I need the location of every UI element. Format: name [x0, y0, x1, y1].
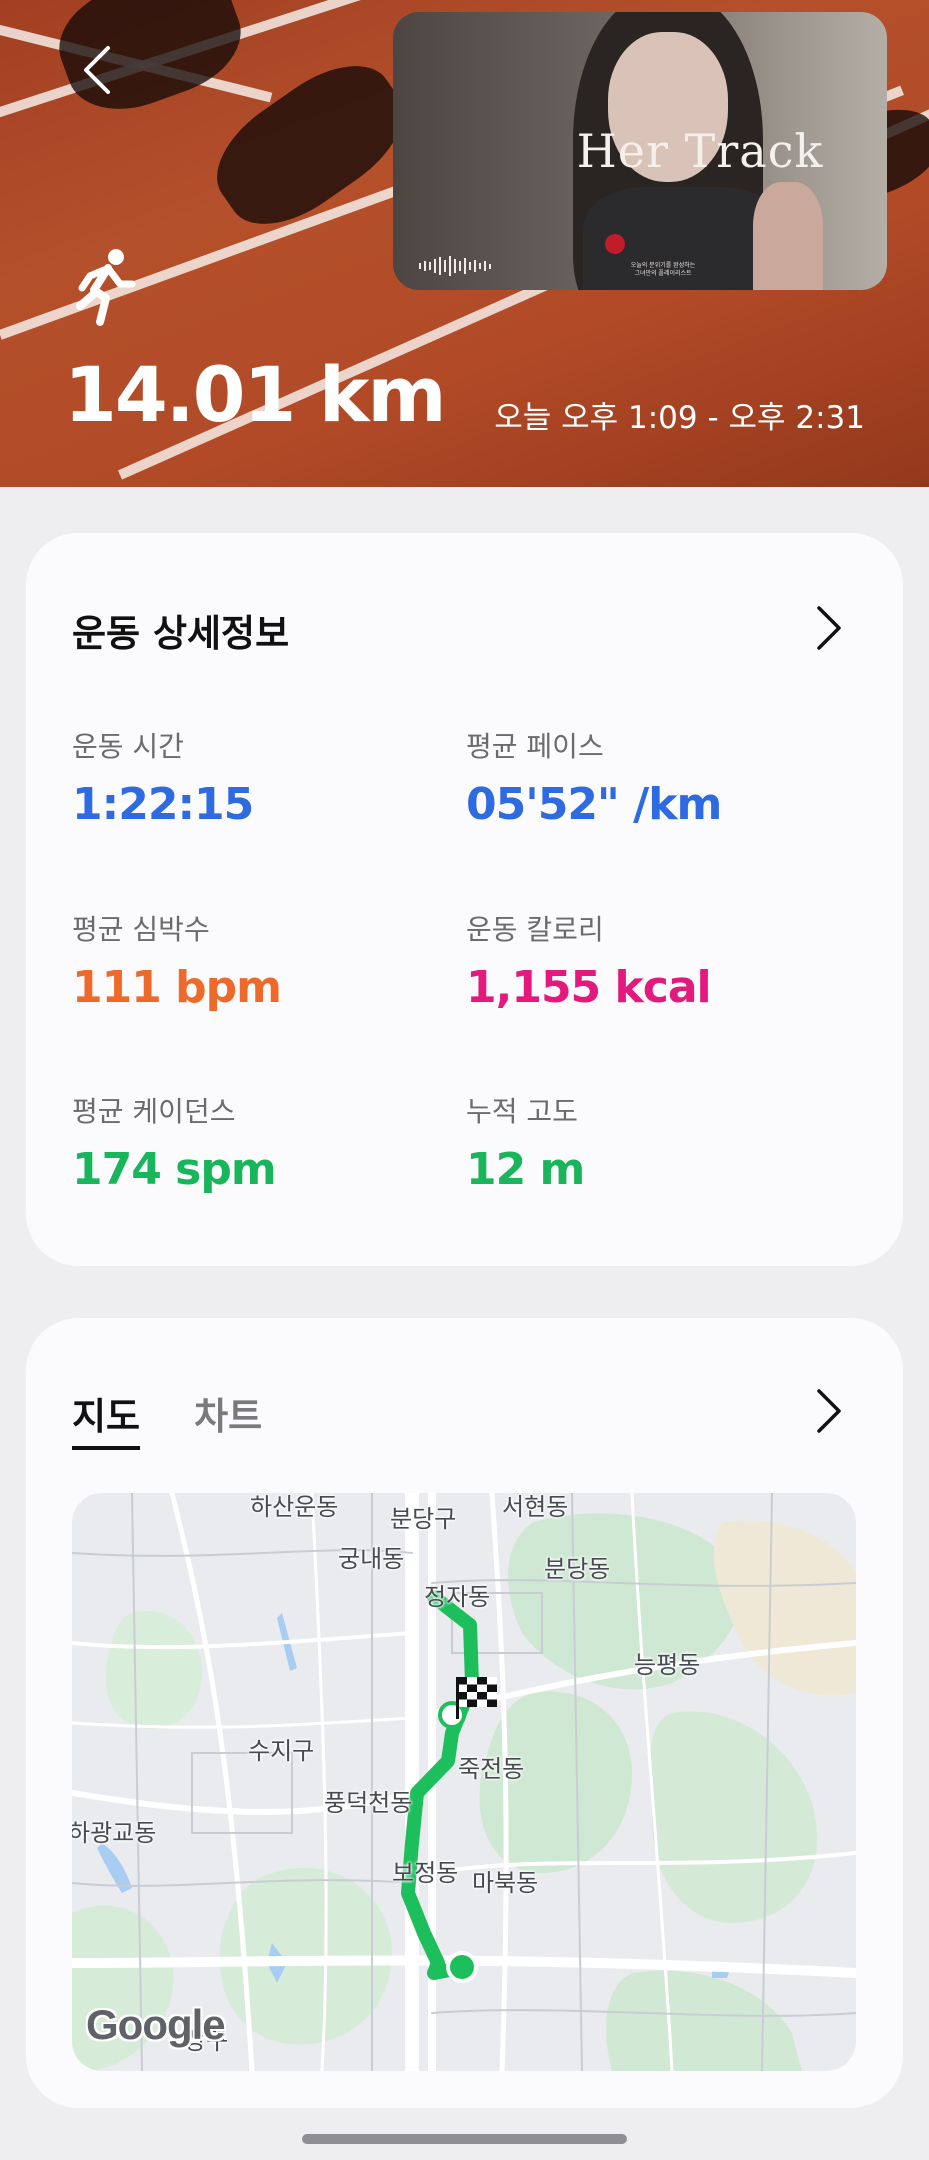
back-button[interactable] [66, 40, 126, 100]
running-person-icon [76, 249, 136, 326]
details-title: 운동 상세정보 [72, 612, 290, 655]
workout-time-range: 오늘 오후 1:09 - 오후 2:31 [494, 400, 865, 436]
map-place-label: 하광교동 [72, 1819, 157, 1847]
rose-icon [605, 234, 625, 254]
stat-avg-pace: 평균 페이스 05'52" /km [466, 725, 722, 830]
workout-details-card: 운동 상세정보 운동 시간 1:22:15 평균 페이스 05'52" /km … [26, 533, 903, 1266]
map-card: 지도 차트 하산운동 분당구 서현동 궁내동 분당동 정자동 능평동 수지구 죽… [26, 1318, 903, 2108]
details-more-button[interactable] [807, 601, 851, 655]
stat-label: 평균 케이던스 [72, 1095, 236, 1128]
waveform-icon [419, 256, 491, 276]
map-place-label: 정자동 [424, 1583, 491, 1611]
stat-value: 1,155 kcal [466, 962, 712, 1013]
tab-chart[interactable]: 차트 [194, 1386, 262, 1450]
map-place-label: 죽전동 [458, 1755, 525, 1783]
chevron-right-icon [817, 1389, 841, 1433]
chevron-left-icon [84, 46, 110, 94]
stat-avg-heart-rate: 평균 심박수 111 bpm [72, 908, 282, 1013]
hero-banner: Her Track 오늘의 분위기를 완성하는 그녀만의 플레이리스트 14.0… [0, 0, 929, 487]
total-distance: 14.01 km [64, 350, 447, 439]
map-more-button[interactable] [807, 1384, 851, 1438]
stat-label: 평균 심박수 [72, 913, 210, 946]
home-indicator[interactable] [302, 2134, 627, 2144]
map-tabs: 지도 차트 [72, 1386, 262, 1450]
route-start-marker [446, 1951, 478, 1983]
stat-value: 12 m [466, 1144, 585, 1195]
stat-duration: 운동 시간 1:22:15 [72, 725, 254, 830]
map-place-label: 서현동 [502, 1493, 569, 1521]
stat-label: 운동 시간 [72, 730, 184, 763]
stat-calories: 운동 칼로리 1,155 kcal [466, 908, 712, 1013]
tab-map[interactable]: 지도 [72, 1386, 141, 1450]
map-place-label: 궁내동 [338, 1545, 405, 1573]
stat-cadence: 평균 케이던스 174 spm [72, 1090, 277, 1195]
stat-label: 운동 칼로리 [466, 913, 604, 946]
map-place-label: 수지구 [248, 1737, 315, 1765]
map-place-label: 보정동 [392, 1859, 459, 1887]
stat-value: 1:22:15 [72, 779, 254, 830]
map-place-label: 능평동 [634, 1651, 701, 1679]
music-card-title: Her Track [576, 124, 824, 178]
chevron-right-icon [817, 606, 841, 650]
stat-label: 평균 페이스 [466, 730, 604, 763]
stat-value: 05'52" /km [466, 779, 722, 830]
stat-label: 누적 고도 [466, 1095, 578, 1128]
music-card-caption: 오늘의 분위기를 완성하는 그녀만의 플레이리스트 [630, 262, 696, 277]
map-place-label: 분당구 [390, 1505, 457, 1533]
google-logo: Google [86, 2001, 226, 2048]
stat-value: 174 spm [72, 1144, 277, 1195]
music-card[interactable]: Her Track 오늘의 분위기를 완성하는 그녀만의 플레이리스트 [393, 12, 887, 290]
map-place-label: 하산운동 [250, 1493, 339, 1521]
map-place-label: 분당동 [544, 1555, 611, 1583]
map-place-label: 풍덕천동 [324, 1789, 413, 1817]
stat-elevation: 누적 고도 12 m [466, 1090, 585, 1195]
route-map[interactable]: 하산운동 분당구 서현동 궁내동 분당동 정자동 능평동 수지구 죽전동 풍덕천… [72, 1493, 856, 2071]
map-place-label: 마북동 [472, 1869, 539, 1897]
stat-value: 111 bpm [72, 962, 282, 1013]
